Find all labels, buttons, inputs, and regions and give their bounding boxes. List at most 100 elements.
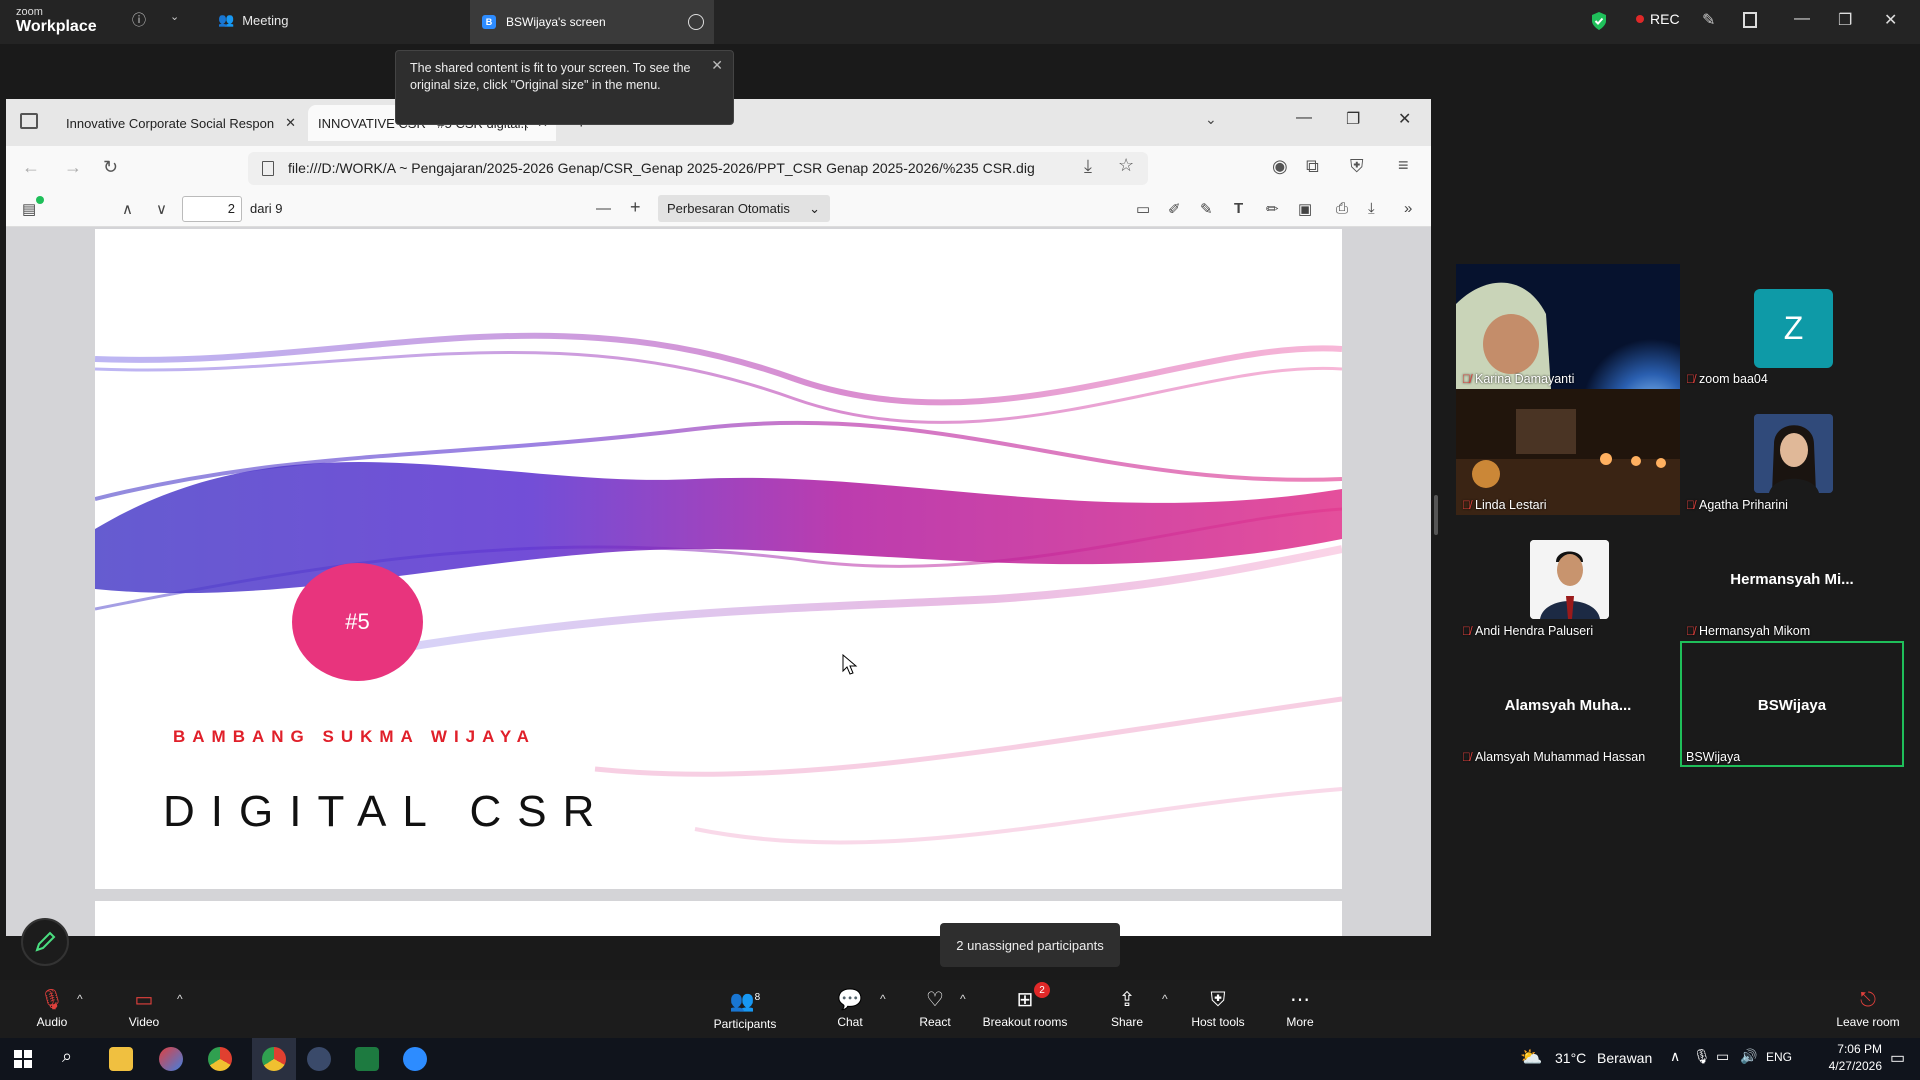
volume-icon[interactable]: 🔊 xyxy=(1740,1048,1757,1065)
sidebar-toggle-icon[interactable]: ▤ xyxy=(22,200,36,218)
video-button[interactable]: ▭ Video xyxy=(122,980,166,1038)
host-tools-button[interactable]: ⛨ Host tools xyxy=(1180,980,1256,1038)
draw-icon[interactable]: ✏ xyxy=(1266,200,1279,218)
react-button[interactable]: ♡ React xyxy=(915,980,955,1038)
video-off-icon: ▭ xyxy=(134,989,154,1011)
chat-button[interactable]: 💬 Chat xyxy=(830,980,870,1038)
react-options-caret-icon[interactable]: ^ xyxy=(960,992,966,1006)
search-icon[interactable]: ⌕ xyxy=(62,1046,72,1067)
windows-start-icon[interactable] xyxy=(14,1050,32,1068)
participant-label: 🎙̸ Agatha Priharini xyxy=(1686,498,1788,512)
menu-icon[interactable]: ≡ xyxy=(1398,155,1409,176)
info-icon[interactable]: ⓘ xyxy=(132,10,146,30)
zoom-logo: Workplace xyxy=(16,18,97,35)
comment-icon[interactable]: ▭ xyxy=(1136,200,1150,218)
page-number-input[interactable]: 2 xyxy=(182,196,242,222)
video-tile-bswijaya-active-speaker[interactable]: BSWijaya BSWijaya xyxy=(1680,641,1904,767)
weather-icon[interactable]: ⛅ xyxy=(1520,1047,1542,1068)
annotation-button[interactable] xyxy=(21,918,69,966)
image-icon[interactable]: ▣ xyxy=(1298,200,1312,218)
more-button[interactable]: ⋯ More xyxy=(1275,980,1325,1038)
url-bar[interactable]: file:///D:/WORK/A ~ Pengajaran/2025-2026… xyxy=(248,152,1148,185)
mic-tray-icon[interactable]: 🎙 xyxy=(1693,1048,1711,1065)
more-options-icon[interactable] xyxy=(688,14,704,30)
zoom-app-icon[interactable] xyxy=(403,1047,427,1071)
browser-restore-icon[interactable]: ❐ xyxy=(1346,109,1360,129)
close-icon[interactable]: ✕ xyxy=(1884,10,1897,30)
close-tab-icon[interactable]: ✕ xyxy=(285,115,296,131)
save-icon[interactable]: ⤓ xyxy=(1368,200,1375,217)
view-layout-icon[interactable] xyxy=(1743,12,1757,28)
edit-pdf-icon[interactable]: ✐ xyxy=(1168,200,1181,218)
video-options-caret-icon[interactable]: ^ xyxy=(177,992,183,1006)
share-options-caret-icon[interactable]: ^ xyxy=(1162,992,1168,1006)
zoom-out-icon[interactable]: — xyxy=(596,200,611,217)
more-tools-icon[interactable]: » xyxy=(1404,200,1412,217)
account-icon[interactable]: ◉ xyxy=(1272,156,1288,177)
chrome-icon[interactable] xyxy=(262,1047,286,1071)
share-button[interactable]: ⇪ Share xyxy=(1105,980,1149,1038)
people-icon: 👥 xyxy=(218,12,235,27)
camera-app-icon[interactable] xyxy=(307,1047,331,1071)
reload-icon[interactable]: ↻ xyxy=(103,157,118,178)
video-tile-andi[interactable]: 🎙̸ Andi Hendra Paluseri xyxy=(1456,515,1680,641)
network-icon[interactable]: ▭ xyxy=(1716,1048,1729,1065)
highlight-icon[interactable]: ✎ xyxy=(1200,200,1213,218)
restore-icon[interactable]: ❐ xyxy=(1838,10,1852,30)
unassigned-participants-popup[interactable]: 2 unassigned participants xyxy=(940,923,1120,967)
security-shield-icon[interactable] xyxy=(1590,11,1608,31)
meeting-button[interactable]: 👥 Meeting xyxy=(218,12,288,28)
avatar xyxy=(1754,414,1833,493)
participants-button[interactable]: 👥8 Participants xyxy=(705,980,785,1038)
participant-label: 🎙̸ Karina Damayanti xyxy=(1462,372,1575,386)
back-icon[interactable]: ← xyxy=(22,157,40,178)
clock-time[interactable]: 7:06 PM xyxy=(1820,1042,1882,1056)
zoom-in-icon[interactable]: + xyxy=(630,197,641,218)
browser-close-icon[interactable]: ✕ xyxy=(1398,109,1411,129)
audio-options-caret-icon[interactable]: ^ xyxy=(77,992,83,1006)
extensions-icon[interactable]: ⧉ xyxy=(1306,156,1319,177)
chrome-icon[interactable] xyxy=(208,1047,232,1071)
app-icon[interactable] xyxy=(159,1047,183,1071)
weather-desc[interactable]: Berawan xyxy=(1597,1050,1652,1066)
leave-room-button[interactable]: ⎋ Leave room xyxy=(1830,980,1906,1038)
excel-icon[interactable] xyxy=(355,1047,379,1071)
recording-indicator[interactable]: REC xyxy=(1636,11,1680,27)
breakout-rooms-button[interactable]: ⊞ Breakout rooms xyxy=(980,980,1070,1038)
language-indicator[interactable]: ENG xyxy=(1766,1050,1792,1064)
notification-center-icon[interactable]: ▭ xyxy=(1890,1048,1905,1068)
video-tile-karina[interactable]: 🎙̸ Karina Damayanti xyxy=(1456,264,1680,389)
previous-page-icon[interactable]: ∧ xyxy=(122,200,133,218)
tab-list-chevron-icon[interactable]: ⌄ xyxy=(1205,111,1217,128)
audio-button[interactable]: 🎙 Audio xyxy=(30,980,74,1038)
video-tile-hermansyah[interactable]: Hermansyah Mi... 🎙̸ Hermansyah Mikom xyxy=(1680,515,1904,641)
clock-date[interactable]: 4/27/2026 xyxy=(1810,1059,1882,1073)
tab-overview-icon[interactable] xyxy=(20,113,38,129)
weather-temp[interactable]: 31°C xyxy=(1555,1050,1586,1066)
panel-resize-handle[interactable] xyxy=(1434,495,1438,535)
print-icon[interactable]: ⎙ xyxy=(1336,200,1348,217)
file-explorer-icon[interactable] xyxy=(109,1047,133,1071)
download-icon[interactable]: ⤓ xyxy=(1084,156,1092,177)
chat-options-caret-icon[interactable]: ^ xyxy=(880,992,886,1006)
next-page-icon[interactable]: ∨ xyxy=(156,200,167,218)
tab-innovative-csr[interactable]: Innovative Corporate Social Respon ✕ xyxy=(56,105,304,141)
forward-icon[interactable]: → xyxy=(64,157,82,178)
pdf-viewer[interactable]: #5 BAMBANG SUKMA WIJAYA DIGITAL CSR xyxy=(6,227,1431,936)
chevron-down-icon[interactable]: ⌄ xyxy=(170,10,179,23)
text-tool-icon[interactable]: T xyxy=(1234,200,1243,217)
browser-minimize-icon[interactable]: — xyxy=(1296,109,1312,127)
bookmark-star-icon[interactable]: ☆ xyxy=(1118,155,1134,176)
screen-share-tab[interactable]: B BSWijaya's screen xyxy=(470,0,714,44)
zoom-select[interactable]: Perbesaran Otomatis ⌄ xyxy=(658,195,830,222)
video-tile-alamsyah[interactable]: Alamsyah Muha... 🎙̸ Alamsyah Muhammad Ha… xyxy=(1456,641,1680,767)
minimize-icon[interactable]: — xyxy=(1794,10,1810,28)
video-tile-zoom-baa04[interactable]: Z 🎙̸ zoom baa04 xyxy=(1680,264,1904,389)
video-tile-linda[interactable]: 🎙̸ Linda Lestari xyxy=(1456,389,1680,515)
annotate-pen-icon[interactable]: ✎ xyxy=(1702,10,1715,30)
close-tooltip-icon[interactable]: ✕ xyxy=(711,57,723,74)
mic-muted-icon: 🎙̸ xyxy=(1686,498,1695,512)
privacy-shield-icon[interactable]: ⛨ xyxy=(1350,156,1364,177)
tray-chevron-icon[interactable]: ∧ xyxy=(1670,1048,1680,1065)
video-tile-agatha[interactable]: 🎙̸ Agatha Priharini xyxy=(1680,389,1904,515)
